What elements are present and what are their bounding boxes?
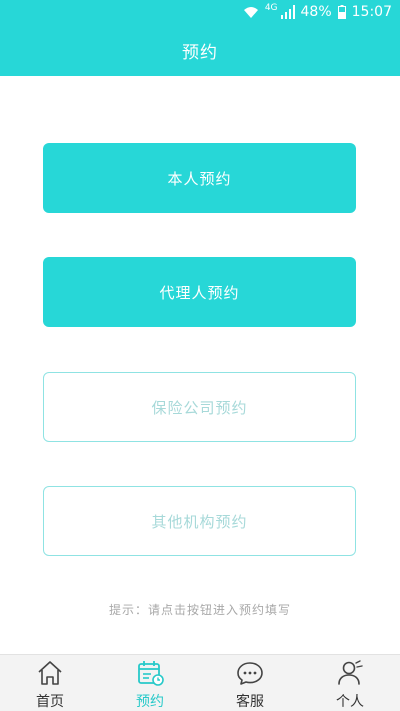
calendar-icon: [138, 661, 164, 686]
insurer-appointment-button[interactable]: 保险公司预约: [43, 372, 356, 442]
home-icon: [38, 661, 62, 685]
bottom-tab-bar: 首页 预约 客服 个人: [0, 654, 400, 711]
chat-icon: [237, 662, 263, 685]
battery-percentage: 48%: [300, 4, 332, 20]
tab-customer-service[interactable]: 客服: [200, 655, 300, 711]
network-type: 4G: [264, 3, 278, 13]
tab-home-label: 首页: [36, 694, 64, 710]
tab-profile-label: 个人: [336, 694, 364, 710]
hint-text: 提示：请点击按钮进入预约填写: [108, 603, 291, 617]
other-institution-appointment-label: 其他机构预约: [151, 512, 248, 531]
tab-appointment[interactable]: 预约: [100, 655, 200, 711]
status-bar: 4G 48% 15:07: [0, 0, 400, 26]
other-institution-appointment-button[interactable]: 其他机构预约: [43, 486, 356, 556]
page-title: 预约: [182, 43, 218, 63]
tab-customer-service-label: 客服: [236, 694, 264, 710]
user-icon: [338, 660, 363, 685]
tab-profile[interactable]: 个人: [300, 655, 400, 711]
agent-appointment-label: 代理人预约: [159, 283, 240, 302]
clock-time: 15:07: [351, 4, 392, 20]
self-appointment-button[interactable]: 本人预约: [43, 143, 356, 213]
signal-icon: [280, 5, 295, 19]
status-icons: 4G 48% 15:07: [243, 3, 392, 20]
wifi-icon: [243, 7, 258, 18]
app-header: 4G 48% 15:07 预约: [0, 0, 400, 76]
tab-appointment-label: 预约: [136, 694, 164, 710]
tab-home[interactable]: 首页: [0, 655, 100, 711]
agent-appointment-button[interactable]: 代理人预约: [43, 257, 356, 327]
insurer-appointment-label: 保险公司预约: [151, 398, 248, 417]
self-appointment-label: 本人预约: [167, 169, 232, 188]
battery-icon: [337, 5, 346, 19]
